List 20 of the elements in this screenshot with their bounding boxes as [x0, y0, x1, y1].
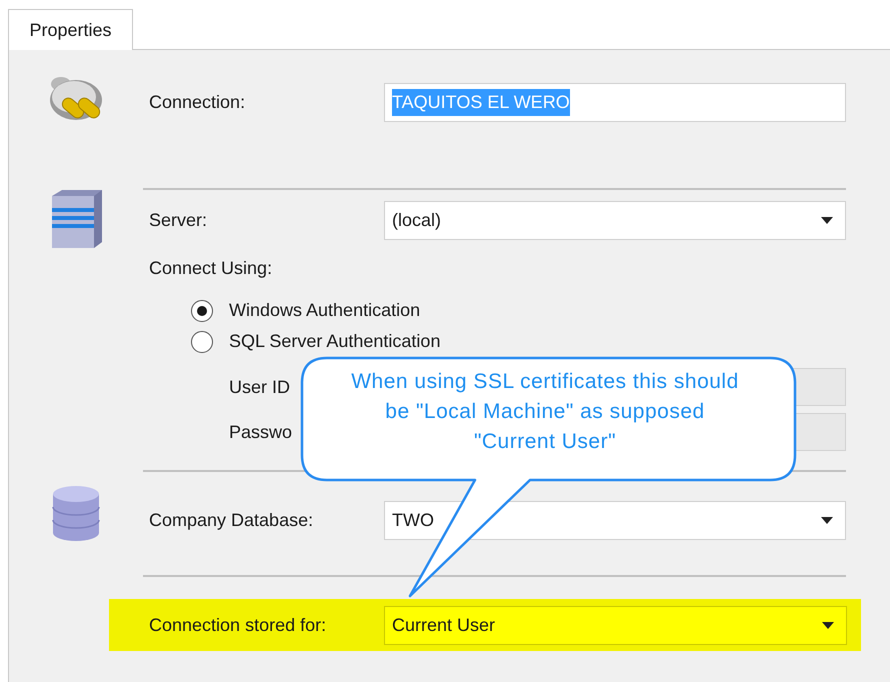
- database-icon: [51, 485, 101, 543]
- credential-label: Passwo: [229, 422, 292, 442]
- connection-stored-for-dropdown[interactable]: Current User: [384, 606, 847, 644]
- callout-text: When using SSL certificates this should be "Local Machine" as supposed "Current User": [350, 369, 740, 455]
- server-dropdown[interactable]: (local): [384, 201, 846, 240]
- radio-label: Windows Authentication: [229, 299, 420, 322]
- radio-label: SQL Server Authentication: [229, 330, 440, 353]
- server-label: Server:: [149, 210, 208, 230]
- connection-label: Connection:: [149, 92, 246, 112]
- company-database-dropdown[interactable]: TWO: [384, 501, 846, 540]
- credential-label: User ID: [229, 376, 290, 396]
- radio-button[interactable]: [191, 300, 213, 322]
- connect-using-label: Connect Using:: [149, 256, 272, 280]
- connection-stored-for-label: Connection stored for:: [149, 614, 326, 634]
- caret-icon: [821, 517, 833, 524]
- properties-tab[interactable]: Properties: [8, 9, 133, 50]
- radio-button[interactable]: [191, 330, 213, 352]
- caret-icon: [822, 622, 834, 628]
- company-database-label: Company Database:: [149, 510, 314, 530]
- caret-icon: [821, 217, 833, 224]
